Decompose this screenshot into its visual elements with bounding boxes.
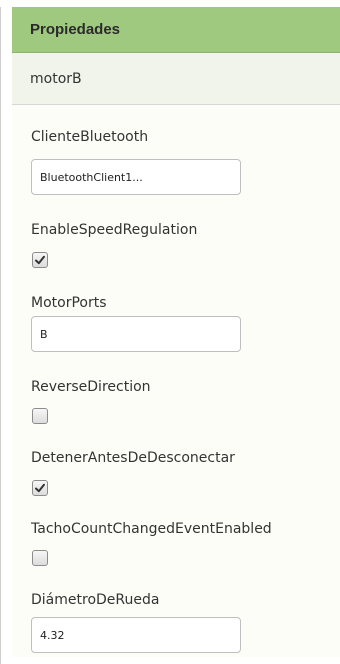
prop-label-tacho-count-changed-event-enabled: TachoCountChangedEventEnabled bbox=[31, 521, 272, 537]
check-mark-icon bbox=[35, 255, 45, 265]
reverse-direction-checkbox[interactable] bbox=[32, 408, 48, 424]
prop-label-detener-antes-de-desconectar: DetenerAntesDeDesconectar bbox=[31, 450, 235, 466]
tacho-count-changed-event-enabled-checkbox[interactable] bbox=[32, 550, 48, 566]
prop-label-cliente-bluetooth: ClienteBluetooth bbox=[31, 129, 149, 145]
prop-label-motor-ports: MotorPorts bbox=[31, 295, 107, 311]
motor-ports-field[interactable]: B bbox=[31, 316, 241, 352]
check-mark-icon bbox=[35, 483, 45, 493]
prop-label-reverse-direction: ReverseDirection bbox=[31, 379, 151, 395]
prop-label-diametro-de-rueda: DiámetroDeRueda bbox=[31, 592, 160, 608]
detener-antes-de-desconectar-checkbox[interactable] bbox=[32, 480, 48, 496]
cliente-bluetooth-field[interactable]: BluetoothClient1... bbox=[31, 159, 241, 195]
component-name: motorB bbox=[12, 53, 340, 105]
panel-title: Propiedades bbox=[12, 7, 340, 53]
enable-speed-regulation-checkbox[interactable] bbox=[32, 252, 48, 268]
prop-label-enable-speed-regulation: EnableSpeedRegulation bbox=[31, 222, 198, 238]
properties-panel: Propiedades motorB ClienteBluetooth Blue… bbox=[0, 7, 340, 664]
diametro-de-rueda-field[interactable]: 4.32 bbox=[31, 617, 241, 653]
